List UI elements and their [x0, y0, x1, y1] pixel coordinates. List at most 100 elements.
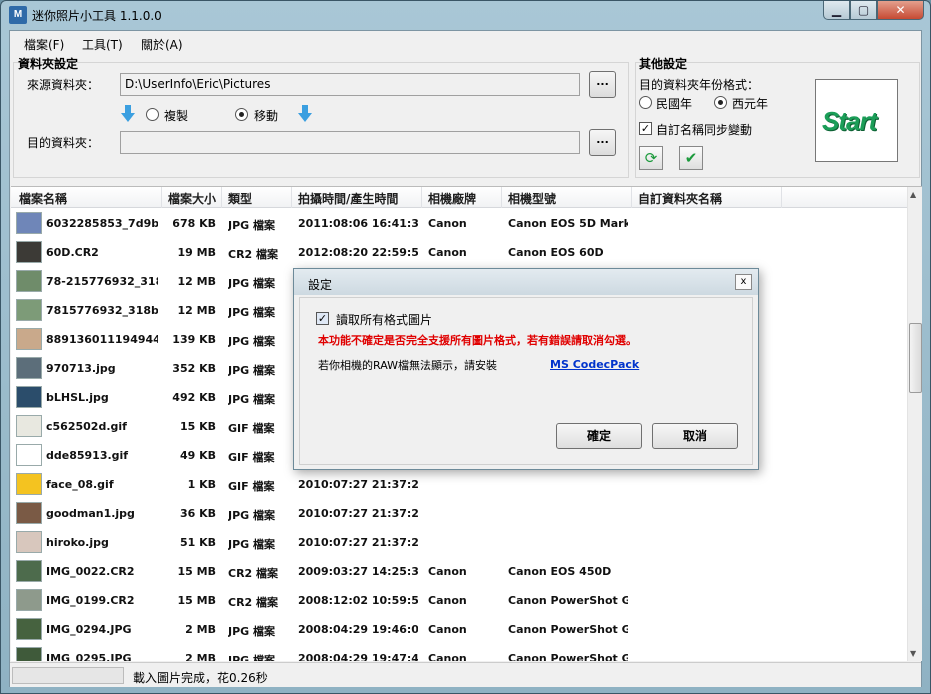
cell-type: JPG 檔案	[228, 509, 276, 522]
copy-label: 複製	[164, 109, 189, 123]
cell-brand: Canon	[428, 652, 467, 661]
thumbnail-image	[16, 444, 42, 466]
roc-year-label: 民國年	[656, 97, 693, 111]
cell-type: JPG 檔案	[228, 364, 276, 377]
menu-tools[interactable]: 工具(T)	[82, 36, 123, 53]
cell-size: 2 MB	[185, 652, 216, 661]
roc-year-radio[interactable]	[639, 96, 652, 109]
warning-text: 本功能不確定是否完全支援所有圖片格式，若有錯誤請取消勾選。	[318, 334, 637, 347]
table-row[interactable]: IMG_0199.CR2 15 MB CR2 檔案 2008:12:02 10:59:…	[11, 586, 907, 615]
cell-type: JPG 檔案	[228, 277, 276, 290]
thumbnail-image	[16, 386, 42, 408]
maximize-button[interactable]: ▢	[850, 1, 877, 20]
status-bar: 載入圖片完成，花0.26秒	[10, 662, 921, 687]
column-header-name[interactable]: 檔案名稱	[19, 190, 67, 207]
refresh-icon[interactable]: ⟳	[639, 146, 663, 170]
thumbnail-image	[16, 328, 42, 350]
copy-radio[interactable]	[146, 108, 159, 121]
cell-size: 1 KB	[187, 478, 216, 491]
scroll-down-icon[interactable]: ▼	[910, 649, 916, 658]
app-window: M 迷你照片小工具 1.1.0.0 ▁ ▢ ✕ 檔案(F) 工具(T) 關於(A…	[0, 0, 931, 694]
thumbnail-image	[16, 560, 42, 582]
dest-browse-button[interactable]: ...	[589, 129, 616, 156]
table-row[interactable]: IMG_0294.JPG 2 MB JPG 檔案 2008:04:29 19:46:0…	[11, 615, 907, 644]
menu-file[interactable]: 檔案(F)	[24, 36, 64, 53]
column-header-type[interactable]: 類型	[228, 190, 252, 207]
table-row[interactable]: 6032285853_7d9bb... 678 KB JPG 檔案 2011:08:0…	[11, 209, 907, 238]
table-row[interactable]: goodman1.jpg 36 KB JPG 檔案 2010:07:27 21:37:…	[11, 499, 907, 528]
other-settings-title: 其他設定	[639, 57, 688, 71]
cell-size: 12 MB	[177, 275, 216, 288]
dest-folder-label: 目的資料夾：	[27, 136, 100, 150]
sync-name-checkbox[interactable]: ✓	[639, 122, 652, 135]
folder-settings-title: 資料夾設定	[18, 57, 79, 71]
cell-name: 7815776932_318b8e...	[46, 304, 158, 317]
title-bar[interactable]: M 迷你照片小工具 1.1.0.0 ▁ ▢ ✕	[1, 1, 930, 29]
thumbnail-image	[16, 502, 42, 524]
thumbnail-image	[16, 473, 42, 495]
cell-model: Canon EOS 5D Mark II	[508, 217, 628, 230]
ad-year-label: 西元年	[732, 97, 769, 111]
cell-model: Canon PowerShot G9	[508, 594, 628, 607]
table-row[interactable]: IMG_0295.JPG 2 MB JPG 檔案 2008:04:29 19:47:4…	[11, 644, 907, 661]
cell-type: JPG 檔案	[228, 538, 276, 551]
cell-name: c562502d.gif	[46, 420, 127, 433]
cell-time: 2008:12:02 10:59:56	[298, 594, 418, 607]
cell-brand: Canon	[428, 565, 467, 578]
scrollbar-thumb[interactable]	[909, 323, 922, 393]
cell-type: GIF 檔案	[228, 480, 275, 493]
cell-type: GIF 檔案	[228, 422, 275, 435]
column-header-custom-folder[interactable]: 自訂資料夾名稱	[638, 190, 722, 207]
cell-type: CR2 檔案	[228, 596, 279, 609]
cell-time: 2010:07:27 21:37:27	[298, 478, 418, 491]
table-row[interactable]: IMG_0022.CR2 15 MB CR2 檔案 2009:03:27 14:25:…	[11, 557, 907, 586]
dialog-title-bar[interactable]: 設定 x	[294, 269, 758, 295]
close-button[interactable]: ✕	[877, 1, 924, 20]
column-header-brand[interactable]: 相機廠牌	[428, 190, 476, 207]
sync-name-label: 自訂名稱同步變動	[656, 123, 753, 137]
thumbnail-image	[16, 647, 42, 661]
menu-about[interactable]: 關於(A)	[141, 36, 183, 53]
progress-bar	[12, 667, 124, 684]
thumbnail-image	[16, 212, 42, 234]
cell-type: JPG 檔案	[228, 393, 276, 406]
start-button[interactable]: Start	[815, 79, 898, 162]
codec-pack-link[interactable]: MS CodecPack	[550, 358, 639, 371]
cell-name: face_08.gif	[46, 478, 114, 491]
cancel-button[interactable]: 取消	[652, 423, 738, 449]
source-folder-input[interactable]: D:\UserInfo\Eric\Pictures	[120, 73, 580, 96]
move-radio[interactable]	[235, 108, 248, 121]
cell-name: IMG_0294.JPG	[46, 623, 132, 636]
column-header-size[interactable]: 檔案大小	[168, 190, 216, 207]
list-vertical-scrollbar[interactable]: ▲ ▼	[907, 187, 922, 661]
cell-size: 2 MB	[185, 623, 216, 636]
read-all-formats-checkbox[interactable]: ✓	[316, 312, 329, 325]
check-icon[interactable]: ✔	[679, 146, 703, 170]
minimize-button[interactable]: ▁	[823, 1, 850, 20]
cell-brand: Canon	[428, 217, 467, 230]
window-title: 迷你照片小工具 1.1.0.0	[32, 9, 162, 23]
scroll-up-icon[interactable]: ▲	[910, 190, 916, 199]
cell-type: GIF 檔案	[228, 451, 275, 464]
cell-name: IMG_0022.CR2	[46, 565, 135, 578]
cell-time: 2009:03:27 14:25:39	[298, 565, 418, 578]
table-row[interactable]: hiroko.jpg 51 KB JPG 檔案 2010:07:27 21:37:27	[11, 528, 907, 557]
cell-time: 2010:07:27 21:37:27	[298, 507, 418, 520]
table-row[interactable]: face_08.gif 1 KB GIF 檔案 2010:07:27 21:37:27	[11, 470, 907, 499]
column-header-time[interactable]: 拍攝時間/產生時間	[298, 190, 398, 207]
source-browse-button[interactable]: ...	[589, 71, 616, 98]
cell-name: IMG_0199.CR2	[46, 594, 135, 607]
cell-type: JPG 檔案	[228, 625, 276, 638]
cell-type: JPG 檔案	[228, 335, 276, 348]
move-label: 移動	[254, 109, 279, 123]
cell-name: dde85913.gif	[46, 449, 129, 462]
dialog-close-button[interactable]: x	[735, 274, 752, 290]
column-header-model[interactable]: 相機型號	[508, 190, 556, 207]
ad-year-radio[interactable]	[714, 96, 727, 109]
dest-folder-input[interactable]	[120, 131, 580, 154]
cell-size: 15 MB	[177, 594, 216, 607]
ok-button[interactable]: 確定	[556, 423, 642, 449]
arrow-down-icon	[121, 105, 135, 122]
table-row[interactable]: 60D.CR2 19 MB CR2 檔案 2012:08:20 22:59:52 Can…	[11, 238, 907, 267]
cell-time: 2012:08:20 22:59:52	[298, 246, 418, 259]
